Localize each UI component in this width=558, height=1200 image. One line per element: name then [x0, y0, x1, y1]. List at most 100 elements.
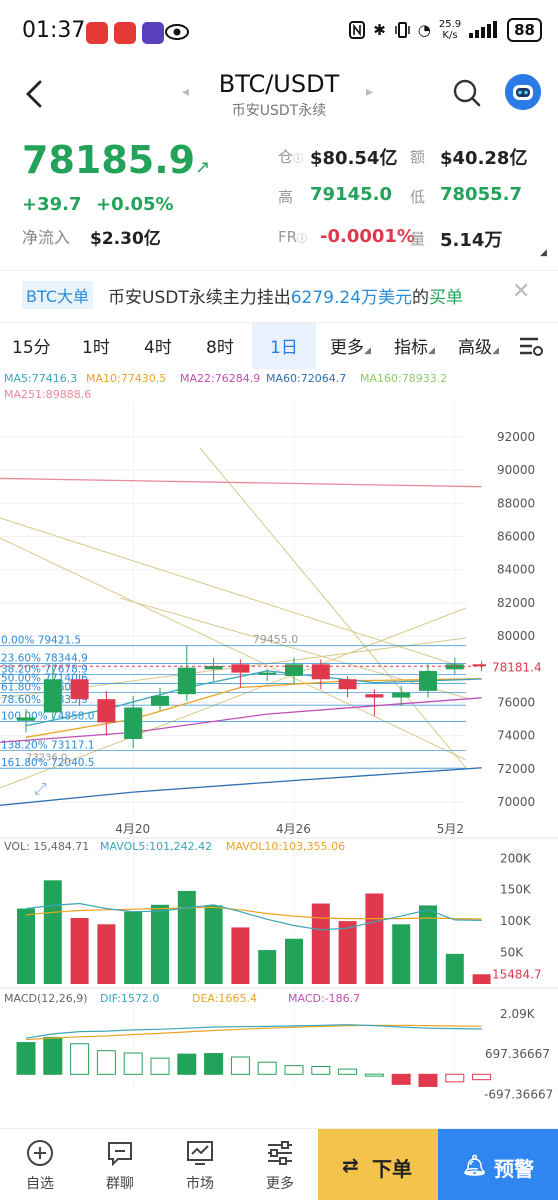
bell-icon: 🔔︎ [462, 1153, 488, 1177]
macd-axis-label: 697.36667 [485, 1047, 550, 1061]
price-alert-button[interactable]: 🔔︎ 预警 [438, 1129, 558, 1200]
candle-body [338, 679, 357, 690]
low-marker: 73236.0 [26, 752, 67, 763]
macd-histogram-bar [364, 1073, 384, 1077]
signal-icon [469, 21, 498, 38]
chart-settings-icon[interactable] [518, 335, 544, 357]
up-arrow-icon: ↗ [195, 157, 211, 178]
legend-mavol5: MAVOL5:101,242.42 [100, 840, 212, 853]
eye-icon [165, 24, 189, 40]
date-axis-label: 4月26 [276, 822, 311, 836]
market-chart-icon [187, 1141, 213, 1165]
price-change: +39.7 [22, 194, 82, 215]
bluetooth-icon: ✱ [373, 21, 386, 39]
volume-bar [392, 924, 411, 984]
price-summary: 78185.9↗ +39.7 +0.05% 净流入 $2.30亿 仓ⓘ $80.… [0, 130, 558, 260]
legend-dea: DEA:1665.4 [192, 992, 257, 1005]
funding-rate-label[interactable]: FRⓘ [278, 228, 307, 246]
high-label: 高 [278, 188, 294, 206]
tab-advanced[interactable]: 高级◢ [458, 333, 499, 358]
net-speed: 25.9 K/s [438, 19, 462, 41]
nfc-icon [349, 21, 366, 39]
mavol5-line [25, 902, 482, 931]
price-axis-label: 90000 [497, 463, 535, 477]
candle-body [365, 694, 384, 698]
macd-histogram-bar [418, 1073, 438, 1087]
price-axis-label: 72000 [497, 762, 535, 776]
nav-market[interactable]: 市场 [160, 1129, 240, 1200]
place-order-button[interactable]: ⇄ 下单 [318, 1129, 438, 1200]
price-axis-label: 84000 [497, 563, 535, 577]
tab-indicators[interactable]: 指标◢ [394, 333, 435, 358]
tab-4h[interactable]: 4时 [144, 333, 172, 358]
tab-1d[interactable]: 1日 [270, 333, 298, 358]
nav-watchlist[interactable]: 自选 [0, 1129, 80, 1200]
tab-8h[interactable]: 8时 [206, 333, 234, 358]
candle-body [231, 664, 250, 673]
macd-histogram-bar [16, 1042, 36, 1075]
macd-histogram-bar [445, 1073, 465, 1083]
funding-rate-value: -0.0001% [320, 226, 415, 247]
ma-line-ma10 [25, 678, 482, 738]
volume-bar [17, 908, 35, 984]
date-axis-label: 5月2 [437, 822, 464, 836]
volume-bar [70, 918, 89, 984]
net-inflow-value: $2.30亿 [90, 229, 161, 249]
ai-assistant-icon[interactable] [505, 74, 541, 110]
open-interest-value: $80.54亿 [310, 148, 398, 169]
candle-body [97, 699, 116, 723]
kline-chart[interactable]: MA5:77416.3 MA10:77430.5 MA22:76284.9 MA60:… [0, 368, 558, 1120]
zoom-reset-icon: ⤢ [34, 779, 47, 798]
bottom-bar: 自选 群聊 市场 更多 ⇄ 下单 🔔︎ 预警 [0, 1128, 558, 1200]
search-icon[interactable] [452, 78, 482, 108]
tab-more[interactable]: 更多◢ [330, 333, 371, 358]
price-axis-label: 86000 [497, 529, 535, 543]
volume-bar [258, 950, 277, 984]
high-value: 79145.0 [310, 184, 392, 205]
tab-1h[interactable]: 1时 [82, 333, 110, 358]
candle-body [419, 670, 437, 691]
tab-15m[interactable]: 15分 [12, 333, 51, 358]
macd-histogram-bar [123, 1052, 143, 1075]
candle-body [445, 664, 464, 670]
notice-tag: BTC大单 [22, 281, 93, 309]
price-axis-label: 74000 [497, 729, 535, 743]
volume-bar [419, 905, 437, 984]
volume-bar [285, 938, 303, 984]
last-price: 78185.9↗ [22, 138, 211, 182]
nav-group-chat[interactable]: 群聊 [80, 1129, 160, 1200]
open-interest-label[interactable]: 仓ⓘ [278, 146, 303, 167]
macd-axis-label: 2.09K [500, 1007, 536, 1021]
trend-line [199, 447, 467, 769]
macd-histogram-bar [204, 1053, 224, 1075]
notification-app-icon [142, 22, 164, 44]
price-axis-label: 70000 [497, 795, 535, 809]
vibrate-icon [395, 22, 410, 38]
low-label: 低 [410, 188, 426, 206]
volume-label: 量 [410, 230, 426, 248]
price-axis-label: 88000 [497, 496, 535, 510]
macd-axis-label: -697.36667 [484, 1087, 553, 1101]
close-icon[interactable]: ✕ [512, 279, 530, 304]
legend-ma10: MA10:77430.5 [86, 372, 166, 385]
nav-more[interactable]: 更多 [240, 1129, 320, 1200]
header: ◂ BTC/USDT 币安USDT永续 ▸ [0, 66, 558, 126]
volume-bar [231, 927, 250, 984]
legend-macd-value: MACD:-186.7 [288, 992, 360, 1005]
price-change-percent: +0.05% [96, 194, 174, 215]
status-time: 01:37 [22, 18, 86, 43]
volume-axis-label: 200K [500, 851, 532, 865]
plus-circle-icon [27, 1140, 53, 1166]
next-pair-icon[interactable]: ▸ [366, 84, 373, 100]
candle-body [124, 707, 143, 740]
candle-body [17, 717, 35, 721]
macd-histogram-bar [284, 1065, 304, 1075]
large-order-notice[interactable]: BTC大单 币安USDT永续主力挂出6279.24万美元的买单 ✕ [0, 270, 558, 314]
volume-axis-label: 50K [500, 946, 524, 960]
date-axis-label: 4月20 [115, 822, 150, 836]
legend-macd: MACD(12,26,9) [4, 992, 88, 1005]
status-bar: 01:37 ✱ ◔ 25.9 K/s 88 [0, 0, 558, 66]
candle-body [43, 679, 62, 713]
expand-corner-icon[interactable]: ◢ [540, 248, 547, 258]
macd-histogram-bar [177, 1053, 197, 1075]
